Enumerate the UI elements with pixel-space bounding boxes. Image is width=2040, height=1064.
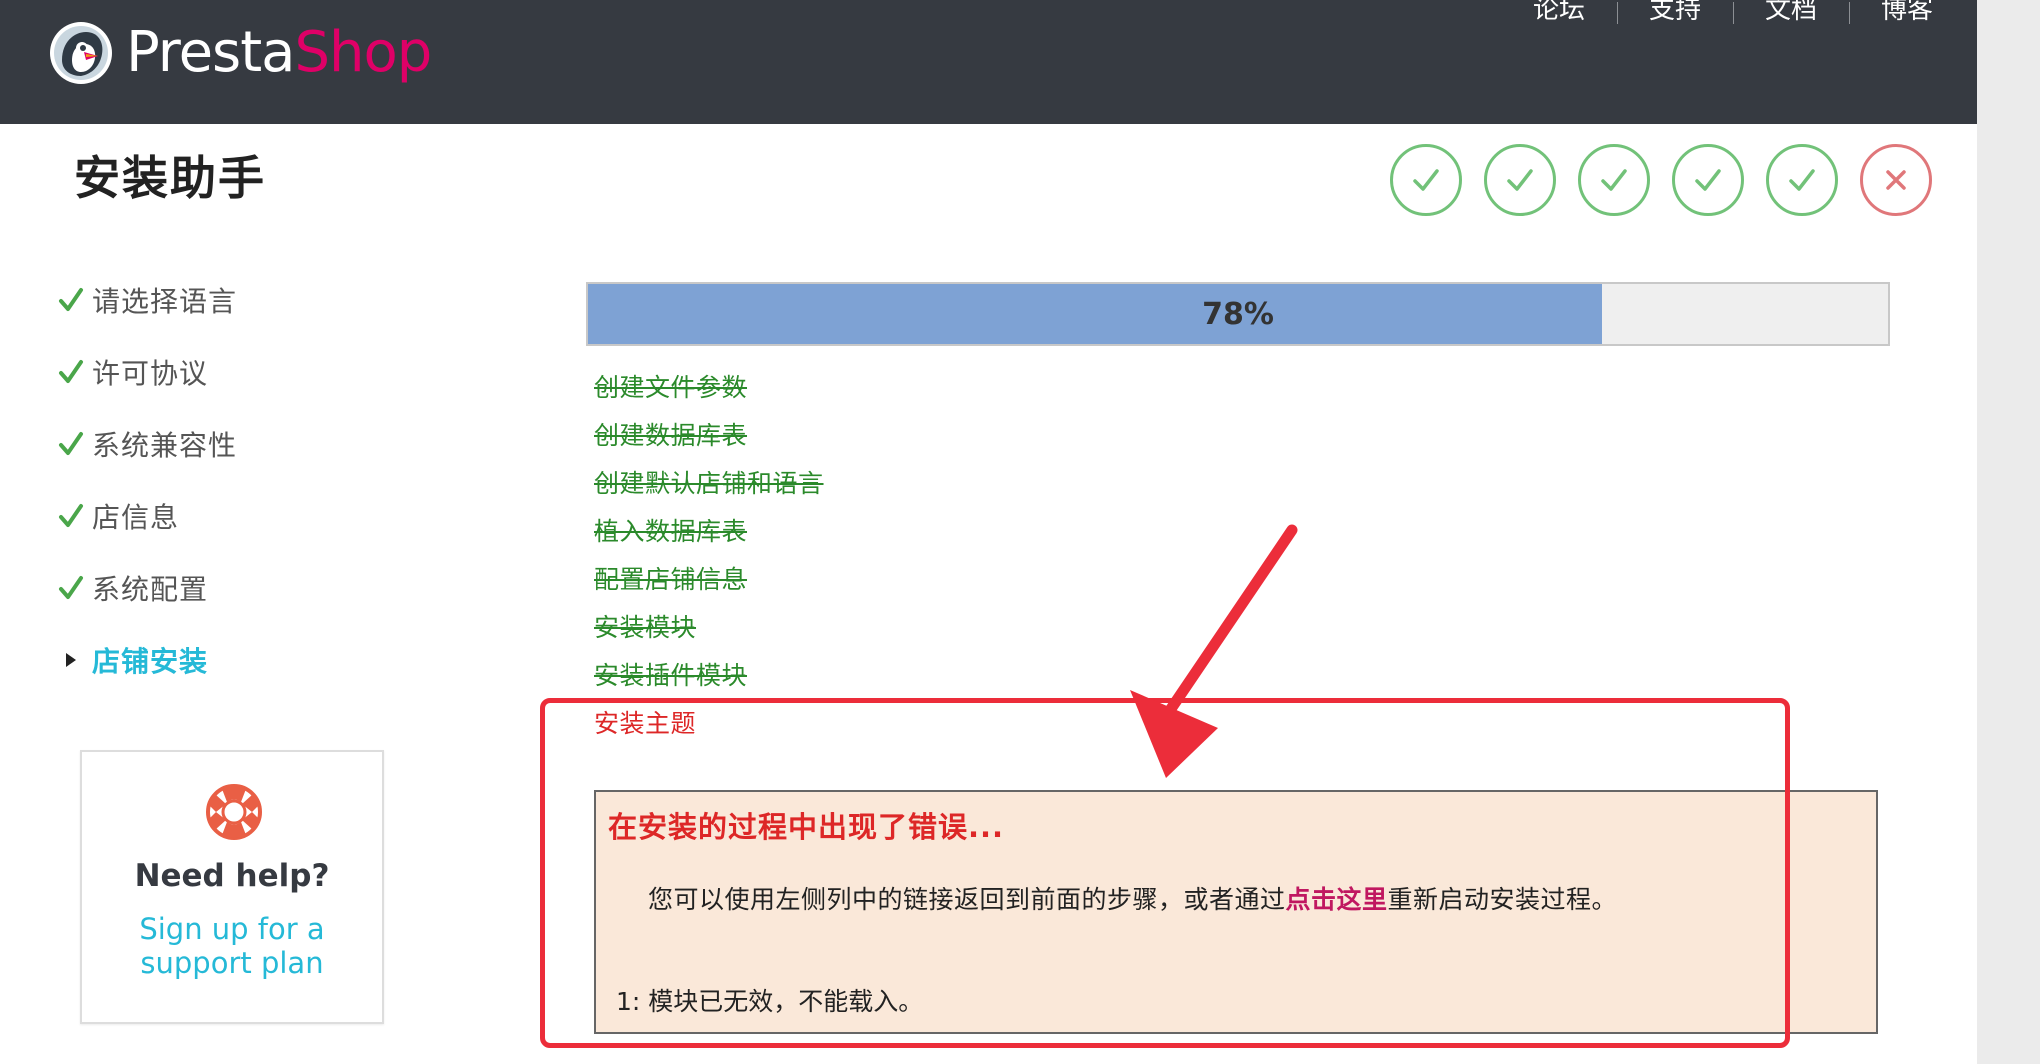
support-plan-link[interactable]: Sign up for a support plan bbox=[82, 912, 382, 980]
step-check-circle-icon bbox=[1766, 144, 1838, 216]
check-icon bbox=[1695, 169, 1721, 191]
nav-support-link[interactable]: 支持 bbox=[1616, 0, 1733, 28]
sidebar-item-label: 请选择语言 bbox=[92, 285, 238, 318]
check-icon bbox=[1789, 169, 1815, 191]
sidebar-item-system-config[interactable]: 系统配置 bbox=[56, 552, 416, 624]
logo-word-shop: Shop bbox=[294, 20, 432, 85]
task-item: 植入数据库表 bbox=[594, 517, 748, 546]
sidebar-item-label: 系统配置 bbox=[92, 573, 209, 606]
support-plan-link-line-1: Sign up for a bbox=[139, 912, 325, 946]
prestashop-logo[interactable]: PrestaShop bbox=[48, 18, 432, 88]
help-title: Need help? bbox=[134, 858, 330, 894]
nav-blog-link[interactable]: 博客 bbox=[1848, 0, 1933, 28]
task-item: 安装模块 bbox=[594, 613, 697, 642]
install-progress-bar: 78% bbox=[586, 282, 1890, 346]
caret-right-icon bbox=[56, 645, 86, 675]
check-icon bbox=[56, 501, 86, 531]
top-header: PrestaShop 论坛 支持 文档 博客 bbox=[0, 0, 1977, 124]
step-check-circle-icon bbox=[1672, 144, 1744, 216]
sidebar-item-label: 许可协议 bbox=[92, 357, 209, 390]
check-icon bbox=[1507, 169, 1533, 191]
step-check-circle-icon bbox=[1484, 144, 1556, 216]
step-indicators bbox=[1390, 144, 1932, 216]
x-icon bbox=[1886, 170, 1906, 190]
top-nav: 论坛 支持 文档 博客 bbox=[1501, 0, 1933, 28]
sidebar-item-label: 系统兼容性 bbox=[92, 429, 238, 462]
window-edge-strip bbox=[1977, 0, 2040, 1064]
progress-percent: 78% bbox=[1202, 296, 1274, 332]
sidebar-item-label: 店信息 bbox=[92, 501, 180, 534]
nav-docs-link[interactable]: 文档 bbox=[1732, 0, 1849, 28]
task-item: 创建默认店铺和语言 bbox=[594, 469, 824, 498]
check-icon bbox=[56, 285, 86, 315]
task-item: 创建数据库表 bbox=[594, 421, 748, 450]
step-x-circle-icon bbox=[1860, 144, 1932, 216]
install-steps-sidebar: 请选择语言 许可协议 系统兼容性 店信息 系统配置 店铺安装 bbox=[56, 264, 416, 696]
support-plan-link-line-2: support plan bbox=[140, 946, 324, 980]
sidebar-item-license[interactable]: 许可协议 bbox=[56, 336, 416, 408]
sidebar-item-store-info[interactable]: 店信息 bbox=[56, 480, 416, 552]
page-title: 安装助手 bbox=[74, 151, 266, 205]
check-icon bbox=[56, 429, 86, 459]
nav-forum-link[interactable]: 论坛 bbox=[1501, 0, 1617, 28]
annotation-arrow-icon bbox=[1130, 524, 1298, 778]
check-icon bbox=[1601, 169, 1627, 191]
lifebuoy-icon bbox=[206, 784, 262, 840]
logo-wordmark: PrestaShop bbox=[126, 25, 432, 81]
help-box: Need help? Sign up for a support plan bbox=[80, 750, 384, 1024]
sidebar-item-store-install[interactable]: 店铺安装 bbox=[56, 624, 416, 696]
puffin-logo-icon bbox=[50, 22, 112, 84]
check-icon bbox=[56, 573, 86, 603]
check-icon bbox=[56, 357, 86, 387]
sidebar-item-language[interactable]: 请选择语言 bbox=[56, 264, 416, 336]
task-item: 创建文件参数 bbox=[594, 373, 748, 402]
install-task-list: 创建文件参数 创建数据库表 创建默认店铺和语言 植入数据库表 配置店铺信息 安装… bbox=[594, 370, 824, 754]
check-icon bbox=[1413, 169, 1439, 191]
task-item: 配置店铺信息 bbox=[594, 565, 748, 594]
step-check-circle-icon bbox=[1390, 144, 1462, 216]
step-check-circle-icon bbox=[1578, 144, 1650, 216]
sidebar-item-label: 店铺安装 bbox=[92, 645, 209, 678]
sidebar-item-compatibility[interactable]: 系统兼容性 bbox=[56, 408, 416, 480]
logo-word-presta: Presta bbox=[126, 20, 295, 85]
